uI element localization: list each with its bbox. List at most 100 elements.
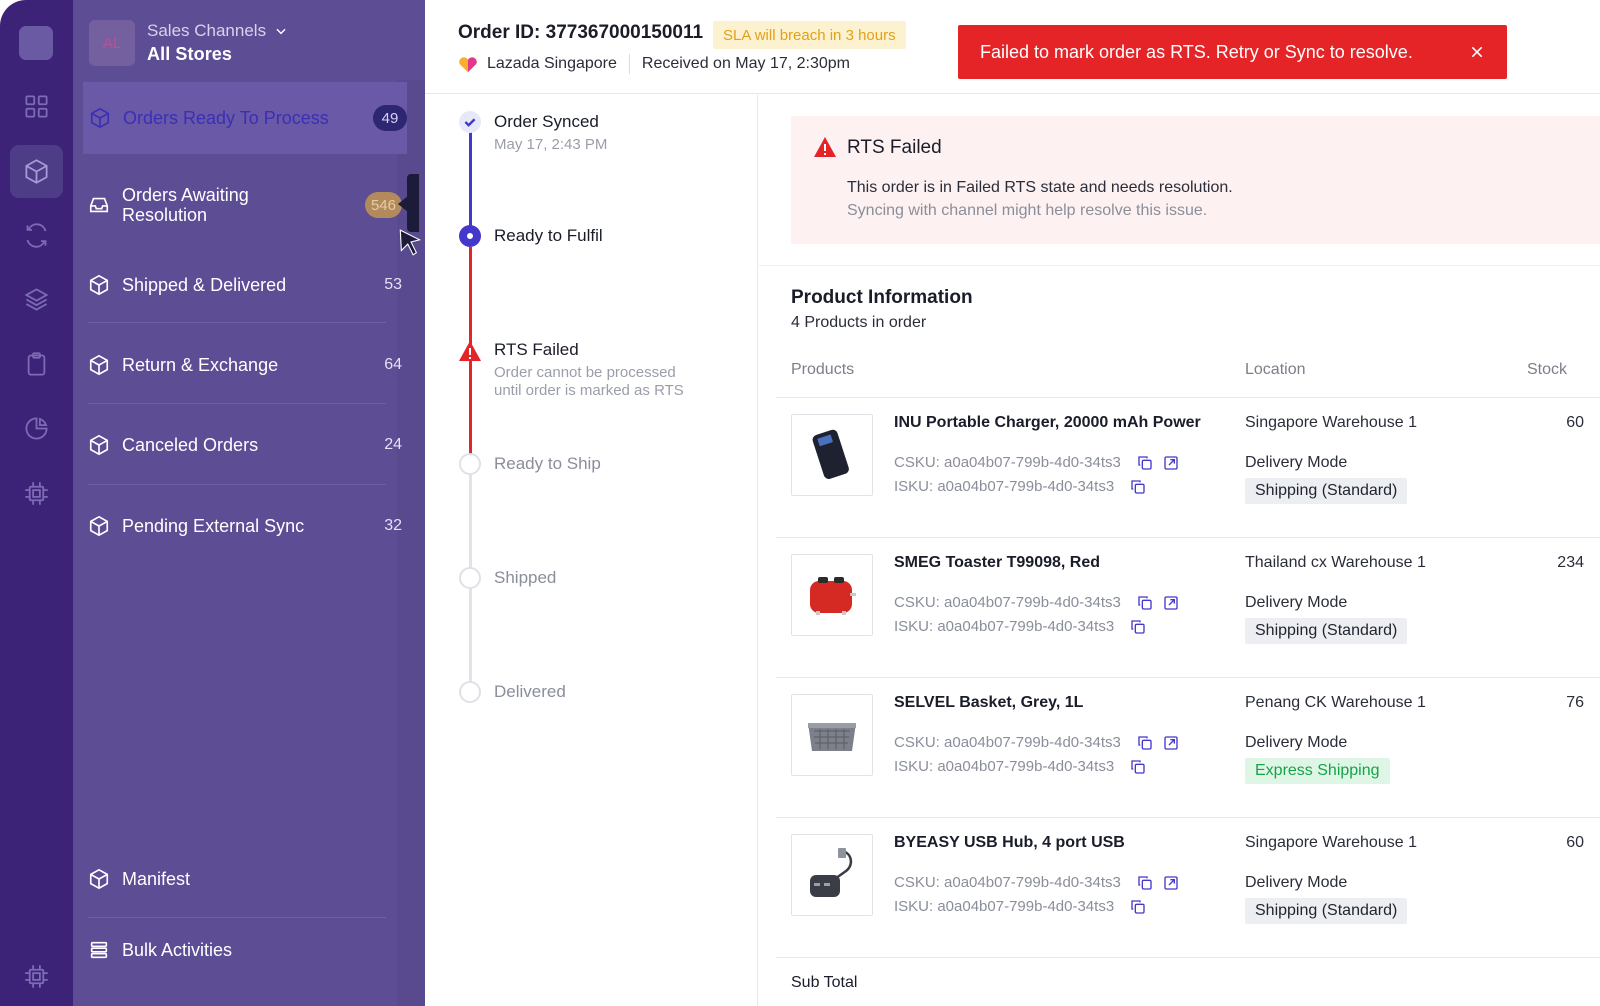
alert-message: This order is in Failed RTS state and ne… <box>847 179 1233 196</box>
rail-integrations[interactable] <box>10 467 63 520</box>
box-icon <box>89 868 109 890</box>
product-name: SELVEL Basket, Grey, 1L <box>894 694 1084 711</box>
warning-icon <box>459 341 481 361</box>
inbox-icon <box>89 197 109 213</box>
side-nav: AL Sales Channels All Stores Orders Read… <box>73 0 425 1006</box>
divider <box>88 484 386 485</box>
table-row[interactable]: BYEASY USB Hub, 4 port USB CSKU: a0a04b0… <box>776 817 1600 957</box>
copy-icon[interactable] <box>1130 619 1146 635</box>
timeline-step-note: Order cannot be processed <box>494 364 676 381</box>
copy-icon[interactable] <box>1130 759 1146 775</box>
timeline-step-title: Shipped <box>494 568 557 587</box>
shipping-badge: Express Shipping <box>1245 758 1390 784</box>
nav-item-bulk[interactable]: Bulk Activities <box>88 937 402 963</box>
status-timeline: Order Synced May 17, 2:43 PM Ready to Fu… <box>425 95 758 1006</box>
box-icon <box>90 107 110 129</box>
copy-icon[interactable] <box>1137 595 1153 611</box>
warning-icon <box>814 137 836 157</box>
nav-item-orders-ready[interactable]: Orders Ready To Process 49 <box>83 82 407 154</box>
alert-hint: Syncing with channel might help resolve … <box>847 202 1208 219</box>
nav-item-label: Bulk Activities <box>122 939 233 960</box>
count-label: 24 <box>384 436 402 453</box>
copy-icon[interactable] <box>1130 899 1146 915</box>
section-title: Product Information <box>791 287 973 308</box>
nav-item-pending-sync[interactable]: Pending External Sync 32 <box>88 513 402 539</box>
chevron-down-icon <box>276 28 286 35</box>
table-row[interactable]: SMEG Toaster T99098, Red CSKU: a0a04b07-… <box>776 537 1600 677</box>
delivery-mode-label: Delivery Mode <box>1245 594 1348 611</box>
product-name: INU Portable Charger, 20000 mAh Power <box>894 414 1201 431</box>
external-link-icon[interactable] <box>1163 595 1179 611</box>
error-toast: Failed to mark order as RTS. Retry or Sy… <box>958 25 1507 79</box>
external-link-icon[interactable] <box>1163 735 1179 751</box>
external-link-icon[interactable] <box>1163 455 1179 471</box>
nav-item-canceled[interactable]: Canceled Orders 24 <box>88 432 402 458</box>
count-badge: 546 <box>364 192 402 218</box>
copy-icon[interactable] <box>1130 479 1146 495</box>
count-label: 64 <box>384 356 402 373</box>
copy-icon[interactable] <box>1137 875 1153 891</box>
location: Singapore Warehouse 1 <box>1245 834 1417 851</box>
box-icon <box>89 274 109 296</box>
table-row[interactable]: SELVEL Basket, Grey, 1L CSKU: a0a04b07-7… <box>776 677 1600 817</box>
rail-dashboard[interactable] <box>10 80 63 133</box>
store-selector-label: Sales Channels <box>147 21 267 40</box>
copy-icon[interactable] <box>1137 455 1153 471</box>
sla-badge: SLA will breach in 3 hours <box>713 21 906 49</box>
nav-item-shipped[interactable]: Shipped & Delivered 53 <box>88 272 402 298</box>
app-rail <box>0 0 73 1006</box>
rail-orders[interactable] <box>10 145 63 198</box>
location: Singapore Warehouse 1 <box>1245 414 1417 431</box>
store-selector[interactable]: AL Sales Channels All Stores <box>89 19 288 67</box>
received-date: Received on May 17, 2:30pm <box>641 55 851 72</box>
isku: ISKU: a0a04b07-799b-4d0-34ts3 <box>894 898 1115 915</box>
location: Thailand cx Warehouse 1 <box>1245 554 1426 571</box>
clipboard-icon <box>27 352 46 376</box>
divider <box>88 917 386 918</box>
alert-title: RTS Failed <box>847 137 942 158</box>
product-name: SMEG Toaster T99098, Red <box>894 554 1100 571</box>
nav-item-label: Return & Exchange <box>122 354 279 375</box>
rail-inventory[interactable] <box>10 273 63 326</box>
nav-item-label: Orders Ready To Process <box>123 107 329 128</box>
nav-item-manifest[interactable]: Manifest <box>88 866 402 892</box>
table-row[interactable]: INU Portable Charger, 20000 mAh Power CS… <box>776 397 1600 537</box>
rail-sync[interactable] <box>10 209 63 262</box>
pending-step-icon <box>459 567 481 589</box>
box-icon <box>89 354 109 376</box>
external-link-icon[interactable] <box>1163 875 1179 891</box>
order-content: RTS Failed This order is in Failed RTS s… <box>759 95 1600 1006</box>
order-header: Order ID: 377367000150011 SLA will breac… <box>425 0 1600 94</box>
count-badge: 49 <box>373 105 407 131</box>
csku: CSKU: a0a04b07-799b-4d0-34ts3 <box>894 454 1121 471</box>
shipping-badge: Shipping (Standard) <box>1245 478 1408 504</box>
rail-clipboard[interactable] <box>10 338 63 391</box>
column-header-stock: Stock <box>1526 361 1567 378</box>
divider <box>628 54 630 74</box>
pending-step-icon <box>459 453 481 475</box>
rail-reports[interactable] <box>10 402 63 455</box>
csku: CSKU: a0a04b07-799b-4d0-34ts3 <box>894 734 1121 751</box>
nav-item-orders-awaiting[interactable]: Orders Awaiting Resolution 546 <box>88 182 402 228</box>
divider <box>88 403 386 404</box>
nav-item-label: Manifest <box>122 868 191 889</box>
app-logo[interactable] <box>19 26 53 60</box>
copy-icon[interactable] <box>1137 735 1153 751</box>
store-selector-value: All Stores <box>147 44 233 64</box>
box-icon <box>25 159 48 184</box>
tooltip-edge <box>407 174 419 232</box>
timeline-step-note: until order is marked as RTS <box>494 382 684 399</box>
product-name: BYEASY USB Hub, 4 port USB <box>894 834 1125 851</box>
order-detail-panel: Order ID: 377367000150011 SLA will breac… <box>425 0 1600 1006</box>
pie-chart-icon <box>25 417 48 440</box>
rail-settings[interactable] <box>10 950 63 1003</box>
nav-item-return[interactable]: Return & Exchange 64 <box>88 352 402 378</box>
subtotal-label: Sub Total <box>791 974 858 991</box>
dashboard-icon <box>25 95 48 118</box>
order-id: Order ID: 377367000150011 <box>458 22 704 43</box>
close-icon[interactable] <box>1469 44 1485 60</box>
nav-item-label: Pending External Sync <box>122 515 305 536</box>
divider <box>759 265 1600 266</box>
nav-item-label: Orders Awaiting Resolution <box>122 185 249 225</box>
stock-count: 76 <box>1566 694 1584 711</box>
